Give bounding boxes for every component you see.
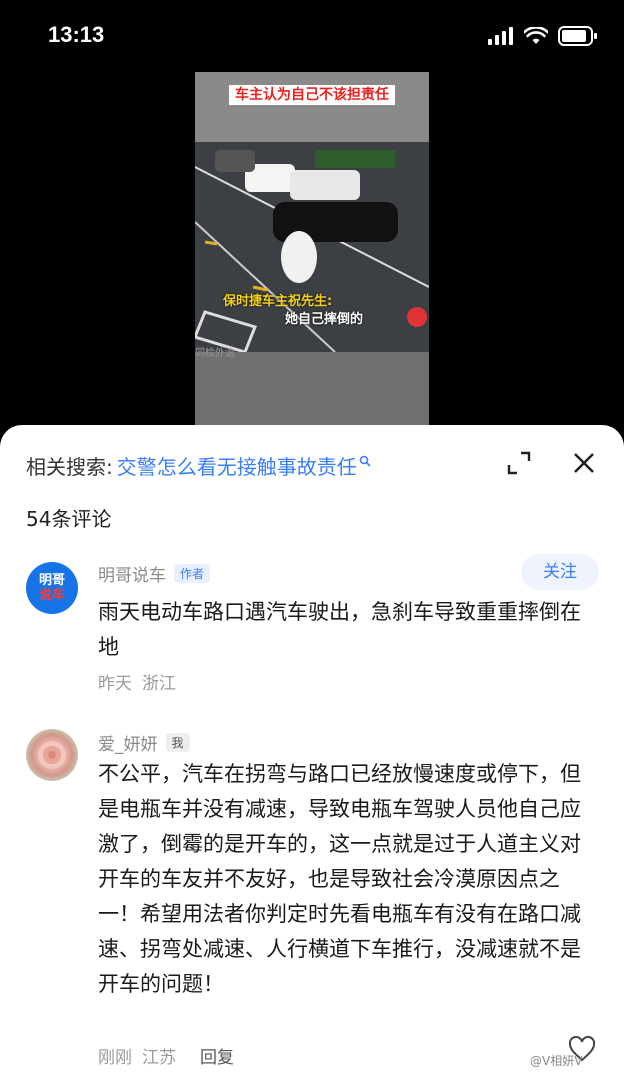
video-subtitle-speaker: 保时捷车主祝先生: xyxy=(223,294,333,309)
video-caption: 车主认为自己不该担责任 xyxy=(195,84,429,105)
wifi-icon xyxy=(524,27,548,44)
comment-location: 江苏 xyxy=(142,1048,176,1068)
avatar-text-line2: 说车 xyxy=(38,588,65,603)
status-time: 13:13 xyxy=(48,22,105,47)
follow-button[interactable]: 关注 xyxy=(521,554,599,590)
signal-icon xyxy=(488,27,513,45)
close-icon[interactable] xyxy=(570,449,598,477)
related-search[interactable]: 相关搜索: 交警怎么看无接触事故责任 xyxy=(26,451,371,480)
video-frame xyxy=(195,72,429,432)
comment-time: 刚刚 xyxy=(98,1048,132,1068)
comment-count: 54条评论 xyxy=(26,507,112,531)
comment-text: 雨天电动车路口遇汽车驶出，急刹车导致重重摔倒在地 xyxy=(98,600,581,659)
comment-meta: 昨天 浙江 xyxy=(98,669,176,694)
related-search-query[interactable]: 交警怎么看无接触事故责任 xyxy=(117,451,357,480)
avatar-text-line1: 明哥 xyxy=(38,573,65,588)
username-text: 明哥说车 xyxy=(98,566,166,586)
avatar[interactable]: 明哥 说车 xyxy=(26,562,78,614)
watermark: @V相妍V xyxy=(530,1054,583,1068)
comment-username[interactable]: 明哥说车 作者 xyxy=(98,561,211,586)
comment-text: 不公平，汽车在拐弯与路口已经放慢速度或停下，但是电瓶车并没有减速，导致电瓶车驾驶… xyxy=(98,762,581,996)
comment-meta: 刚刚 江苏 回复 xyxy=(98,1043,234,1068)
related-search-label: 相关搜索: xyxy=(26,455,113,479)
expand-icon[interactable] xyxy=(505,449,533,477)
username-text: 爱_妍妍 xyxy=(98,735,158,755)
comment-username[interactable]: 爱_妍妍 我 xyxy=(98,730,190,755)
video-player[interactable]: 车主认为自己不该担责任 保时捷车主祝先生: 她自己摔倒的 同检外治 xyxy=(195,72,429,432)
search-icon xyxy=(359,455,371,467)
reply-button[interactable]: 回复 xyxy=(200,1043,234,1068)
me-badge: 我 xyxy=(165,733,190,752)
status-bar: 13:13 xyxy=(0,0,624,76)
flower-avatar-image xyxy=(38,741,66,769)
video-watermark: 同检外治 xyxy=(195,348,235,359)
comment-time: 昨天 xyxy=(98,674,132,694)
avatar[interactable] xyxy=(26,729,78,781)
status-icons xyxy=(488,26,598,46)
video-subtitle-line: 她自己摔倒的 xyxy=(285,312,364,327)
battery-icon xyxy=(558,26,597,46)
author-badge: 作者 xyxy=(174,564,211,583)
comment-location: 浙江 xyxy=(142,674,176,694)
